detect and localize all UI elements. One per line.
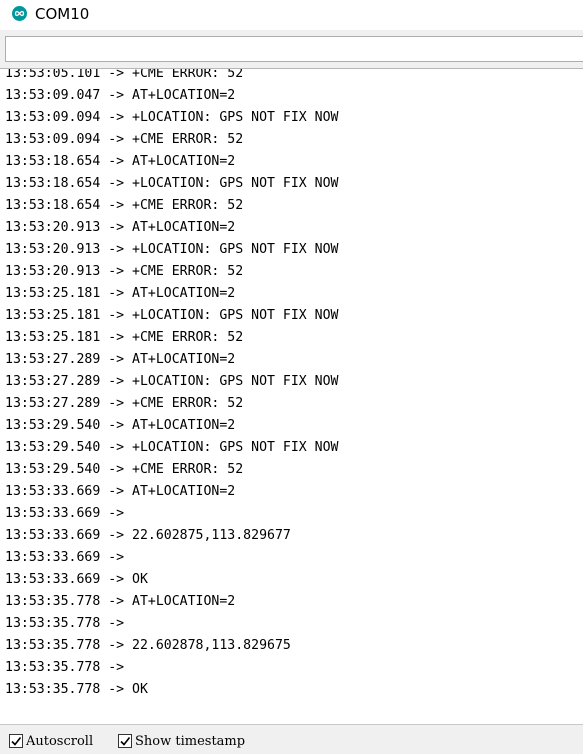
serial-line: 13:53:29.540 -> +LOCATION: GPS NOT FIX N… [5,440,339,455]
send-bar [0,30,583,68]
autoscroll-toggle[interactable]: Autoscroll [9,732,93,750]
show-timestamp-checkbox[interactable] [118,734,132,748]
serial-line: 13:53:35.778 -> AT+LOCATION=2 [5,594,236,609]
show-timestamp-toggle[interactable]: Show timestamp [118,732,245,750]
autoscroll-label: Autoscroll [26,733,94,749]
serial-line: 13:53:25.181 -> AT+LOCATION=2 [5,286,236,301]
serial-line: 13:53:35.778 -> [5,616,125,631]
serial-line: 13:53:09.047 -> AT+LOCATION=2 [5,88,236,103]
autoscroll-checkbox[interactable] [9,734,23,748]
serial-line: 13:53:09.094 -> +LOCATION: GPS NOT FIX N… [5,110,339,125]
serial-line: 13:53:29.540 -> AT+LOCATION=2 [5,418,236,433]
serial-line: 13:53:20.913 -> +LOCATION: GPS NOT FIX N… [5,242,339,257]
serial-line: 13:53:18.654 -> AT+LOCATION=2 [5,154,236,169]
serial-line: 13:53:18.654 -> +LOCATION: GPS NOT FIX N… [5,176,339,191]
serial-line: 13:53:09.094 -> +CME ERROR: 52 [5,132,244,147]
window-title: COM10 [35,5,90,23]
serial-line: 13:53:35.778 -> [5,660,125,675]
show-timestamp-label: Show timestamp [135,733,246,749]
serial-line: 13:53:35.778 -> 22.602878,113.829675 [5,638,291,653]
serial-line: 13:53:25.181 -> +CME ERROR: 52 [5,330,244,345]
serial-line: 13:53:33.669 -> [5,550,125,565]
arduino-infinity-icon [12,6,27,21]
serial-output-list: 13:53:05.101 -> +CME ERROR: 52 13:53:09.0… [5,68,339,701]
serial-line: 13:53:27.289 -> AT+LOCATION=2 [5,352,236,367]
serial-line: 13:53:33.669 -> 22.602875,113.829677 [5,528,291,543]
serial-line: 13:53:29.540 -> +CME ERROR: 52 [5,462,244,477]
serial-line: 13:53:33.669 -> AT+LOCATION=2 [5,484,236,499]
checkmark-icon [120,737,131,746]
serial-line: 13:53:20.913 -> AT+LOCATION=2 [5,220,236,235]
serial-line: 13:53:33.669 -> [5,506,125,521]
serial-line: 13:53:05.101 -> +CME ERROR: 52 [5,68,244,81]
options-bar: Autoscroll Show timestamp [0,724,583,754]
serial-line: 13:53:33.669 -> OK [5,572,148,587]
serial-output-area[interactable]: 13:53:05.101 -> +CME ERROR: 52 13:53:09.0… [0,68,583,724]
serial-line: 13:53:25.181 -> +LOCATION: GPS NOT FIX N… [5,308,339,323]
serial-line: 13:53:35.778 -> OK [5,682,148,697]
title-bar: COM10 [0,0,583,30]
serial-line: 13:53:20.913 -> +CME ERROR: 52 [5,264,244,279]
send-input[interactable] [5,36,583,62]
serial-line: 13:53:27.289 -> +CME ERROR: 52 [5,396,244,411]
checkmark-icon [11,737,22,746]
serial-line: 13:53:27.289 -> +LOCATION: GPS NOT FIX N… [5,374,339,389]
serial-line: 13:53:18.654 -> +CME ERROR: 52 [5,198,244,213]
